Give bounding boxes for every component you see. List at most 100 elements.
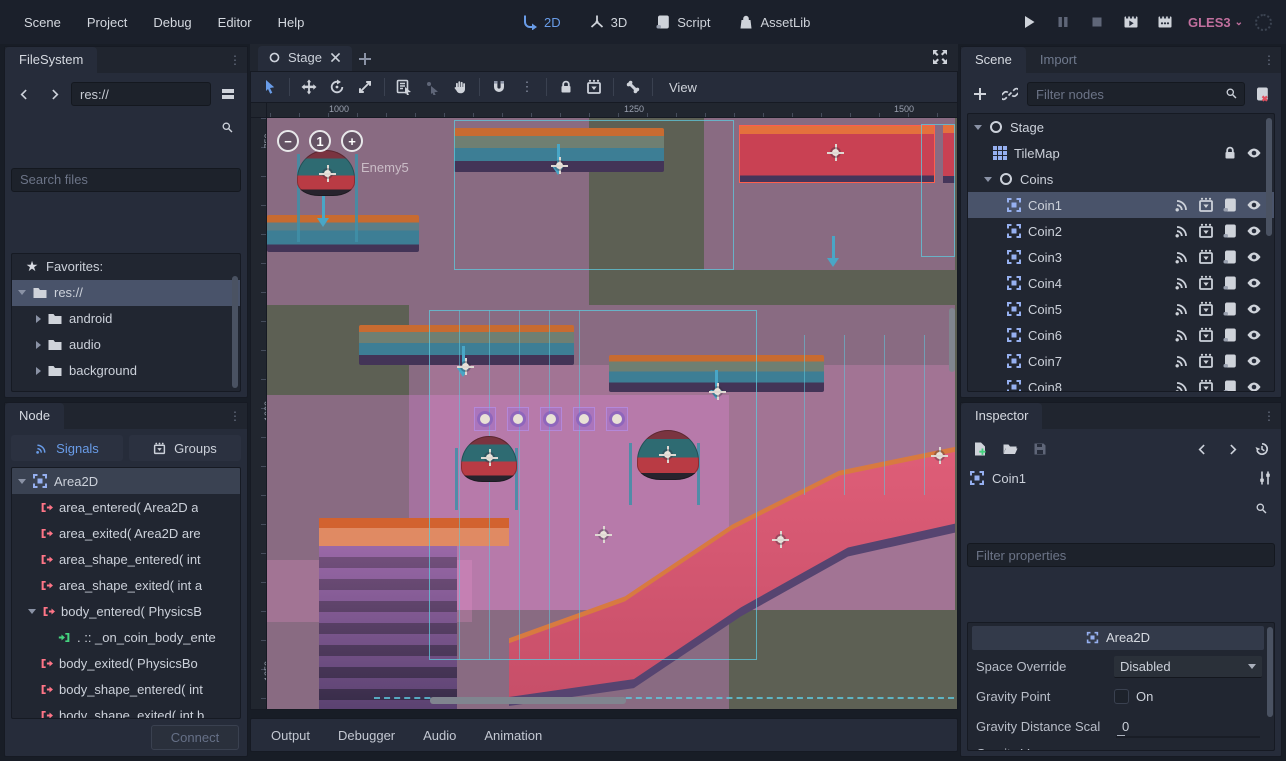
tab-node[interactable]: Node — [5, 403, 64, 429]
save-resource-icon[interactable] — [1027, 437, 1053, 461]
script-icon[interactable] — [1222, 327, 1238, 343]
panel-menu-icon[interactable]: ⋮ — [1263, 53, 1275, 67]
split-mode-icon[interactable] — [215, 82, 241, 106]
chevron-down-icon[interactable] — [984, 177, 992, 182]
signals-tab[interactable]: Signals — [11, 435, 123, 461]
zoom-out-button[interactable]: − — [277, 130, 299, 152]
group-icon[interactable] — [1198, 197, 1214, 213]
object-history-icon[interactable] — [1249, 437, 1275, 461]
distraction-free-icon[interactable] — [932, 49, 948, 68]
view-menu-button[interactable]: View — [659, 76, 707, 99]
filter-nodes-input[interactable] — [1027, 82, 1245, 106]
workspace-script-button[interactable]: Script — [646, 9, 719, 35]
visibility-eye-icon[interactable] — [1246, 301, 1262, 317]
position-gizmo[interactable] — [319, 165, 336, 182]
rotate-tool-button[interactable] — [324, 75, 350, 99]
move-tool-button[interactable] — [296, 75, 322, 99]
animation-button[interactable]: Animation — [474, 723, 552, 748]
snap-options-icon[interactable]: ⋮ — [514, 75, 540, 99]
position-gizmo[interactable] — [551, 157, 568, 174]
canvas-vscrollbar[interactable] — [949, 308, 955, 372]
position-gizmo[interactable] — [457, 358, 474, 375]
workspace-2d-button[interactable]: 2D — [513, 9, 570, 35]
node-coin7[interactable]: Coin7 — [968, 348, 1274, 374]
history-forward-icon[interactable] — [1219, 437, 1245, 461]
load-resource-icon[interactable] — [997, 437, 1023, 461]
workspace-assetlib-button[interactable]: AssetLib — [729, 9, 819, 35]
zoom-reset-button[interactable]: 1 — [309, 130, 331, 152]
signal-item[interactable]: body_shape_entered( int — [12, 676, 240, 702]
script-icon[interactable] — [1222, 249, 1238, 265]
play-scene-button[interactable] — [1120, 11, 1142, 33]
group-icon[interactable] — [1198, 301, 1214, 317]
node-coin5[interactable]: Coin5 — [968, 296, 1274, 322]
inspector-scrollbar[interactable] — [1267, 627, 1273, 717]
coin-sprite[interactable] — [474, 407, 496, 431]
tree-item-audio[interactable]: audio — [12, 332, 240, 358]
visibility-eye-icon[interactable] — [1246, 327, 1262, 343]
position-select-tool-button[interactable] — [419, 75, 445, 99]
output-button[interactable]: Output — [261, 723, 320, 748]
slider-thumb[interactable] — [1117, 735, 1125, 738]
chevron-down-icon[interactable] — [28, 609, 36, 614]
menu-editor[interactable]: Editor — [208, 10, 262, 35]
scale-tool-button[interactable] — [352, 75, 378, 99]
gravity-point-checkbox[interactable] — [1114, 689, 1129, 704]
list-select-tool-button[interactable] — [391, 75, 417, 99]
position-gizmo[interactable] — [772, 531, 789, 548]
zoom-in-button[interactable]: + — [341, 130, 363, 152]
canvas-hscrollbar[interactable] — [430, 697, 626, 704]
tab-import-dock[interactable]: Import — [1026, 47, 1091, 73]
tree-item-res[interactable]: res:// — [12, 280, 240, 306]
chevron-right-icon[interactable] — [36, 315, 41, 323]
gravity-distance-field[interactable]: 0 — [1114, 716, 1262, 738]
2d-canvas[interactable]: Enemy5 — [267, 118, 957, 709]
tab-filesystem[interactable]: FileSystem — [5, 47, 97, 73]
node-tilemap[interactable]: TileMap — [968, 140, 1274, 166]
node-coins[interactable]: Coins — [968, 166, 1274, 192]
node-coin3[interactable]: Coin3 — [968, 244, 1274, 270]
node-coin2[interactable]: Coin2 — [968, 218, 1274, 244]
visibility-eye-icon[interactable] — [1246, 379, 1262, 392]
script-icon[interactable] — [1222, 275, 1238, 291]
lock-object-button[interactable] — [553, 75, 579, 99]
signal-connection-icon[interactable] — [1174, 223, 1190, 239]
signal-connection-icon[interactable] — [1174, 379, 1190, 392]
group-object-button[interactable] — [581, 75, 607, 99]
groups-tab[interactable]: Groups — [129, 435, 241, 461]
signal-item[interactable]: area_shape_exited( int a — [12, 572, 240, 598]
signal-item[interactable]: area_entered( Area2D a — [12, 494, 240, 520]
script-icon[interactable] — [1222, 301, 1238, 317]
visibility-eye-icon[interactable] — [1246, 145, 1262, 161]
tools-icon[interactable] — [1257, 470, 1273, 486]
visibility-eye-icon[interactable] — [1246, 275, 1262, 291]
visibility-eye-icon[interactable] — [1246, 353, 1262, 369]
position-gizmo[interactable] — [709, 383, 726, 400]
position-gizmo[interactable] — [931, 447, 948, 464]
new-resource-icon[interactable] — [967, 437, 993, 461]
chevron-right-icon[interactable] — [36, 341, 41, 349]
menu-project[interactable]: Project — [77, 10, 137, 35]
script-icon[interactable] — [1222, 223, 1238, 239]
attach-script-icon[interactable] — [1249, 82, 1275, 106]
workspace-3d-button[interactable]: 3D — [580, 9, 637, 35]
node-coin8[interactable]: Coin8 — [968, 374, 1274, 392]
chevron-down-icon[interactable] — [974, 125, 982, 130]
position-gizmo[interactable] — [827, 144, 844, 161]
filesystem-scrollbar[interactable] — [232, 276, 238, 388]
signal-item[interactable]: area_exited( Area2D are — [12, 520, 240, 546]
coin-sprite[interactable] — [540, 407, 562, 431]
history-back-button[interactable] — [11, 82, 37, 106]
lock-icon[interactable] — [1222, 145, 1238, 161]
chevron-down-icon[interactable] — [18, 479, 26, 484]
group-icon[interactable] — [1198, 223, 1214, 239]
position-gizmo[interactable] — [481, 449, 498, 466]
group-icon[interactable] — [1198, 353, 1214, 369]
coin-sprite[interactable] — [606, 407, 628, 431]
play-button[interactable] — [1018, 11, 1040, 33]
coin-sprite[interactable] — [573, 407, 595, 431]
signal-connection-icon[interactable] — [1174, 197, 1190, 213]
snap-toggle-button[interactable] — [486, 75, 512, 99]
group-icon[interactable] — [1198, 379, 1214, 392]
path-field[interactable] — [71, 82, 211, 106]
